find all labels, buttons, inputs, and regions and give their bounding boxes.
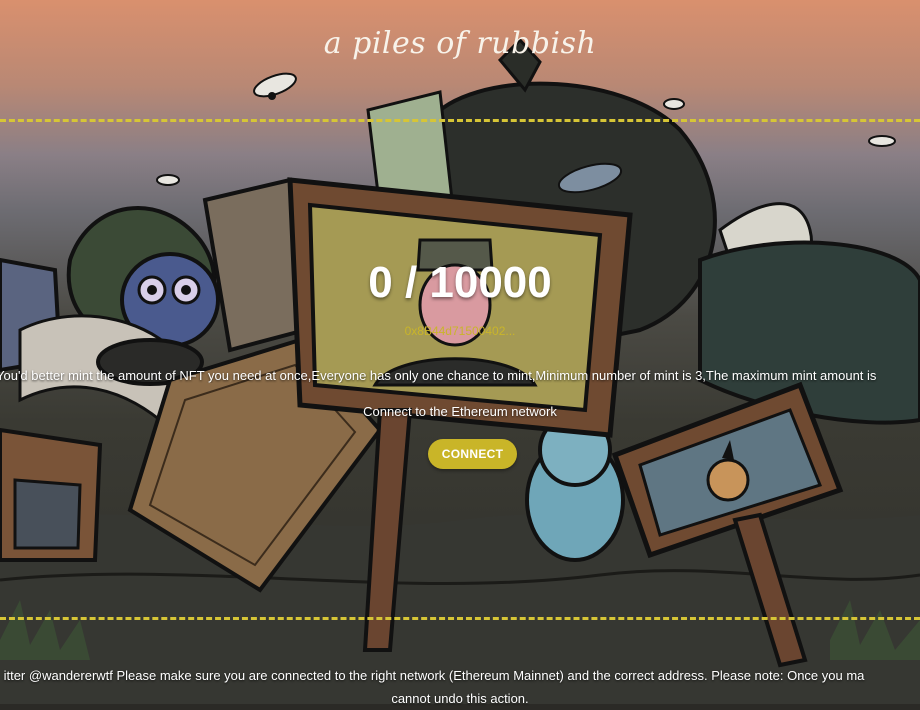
fly-icon <box>663 98 685 110</box>
connect-button[interactable]: CONNECT <box>428 439 517 469</box>
fly-icon <box>156 174 180 186</box>
footer-line-2: cannot undo this action. <box>391 691 529 706</box>
mint-notice: You'd better mint the amount of NFT you … <box>0 368 920 383</box>
footer-disclaimer: itter @wandererwtf Please make sure you … <box>0 664 920 710</box>
network-prompt: Connect to the Ethereum network <box>363 404 557 419</box>
fly-icon <box>868 135 896 147</box>
contract-address-link[interactable]: 0x8B44d71500402... <box>0 324 920 338</box>
mint-notice-text: You'd better mint the amount of NFT you … <box>0 368 877 383</box>
top-dashed-divider <box>0 119 920 122</box>
rubbish-pile-illustration <box>0 37 920 704</box>
footer-line-1: itter @wandererwtf Please make sure you … <box>3 668 865 683</box>
fly-icon <box>253 72 297 100</box>
page-title: a piles of rubbish <box>323 26 597 61</box>
bottom-dashed-divider <box>0 617 920 620</box>
mint-counter: 0 / 10000 <box>368 258 552 307</box>
